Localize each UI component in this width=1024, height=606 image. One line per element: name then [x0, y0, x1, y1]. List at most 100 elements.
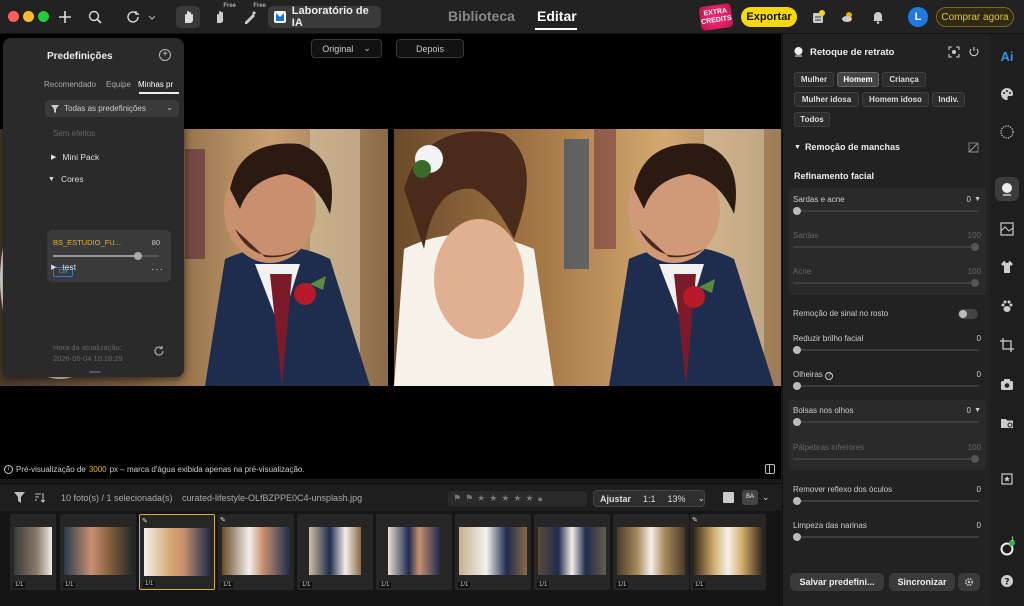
slider-dark-circles[interactable]: Olheiras ? 0 — [793, 370, 981, 400]
eraser-icon[interactable] — [968, 142, 979, 156]
activity-ring-icon[interactable]: 1 — [995, 536, 1019, 560]
photo-thumbnail[interactable]: 1/1 — [10, 514, 56, 590]
mole-removal-toggle[interactable] — [958, 309, 978, 319]
chip-man[interactable]: Homem — [837, 72, 879, 87]
slider-track[interactable] — [793, 500, 979, 502]
preset-card[interactable]: BS_ESTUDIO_FU... 80 Cor ··· — [47, 230, 171, 282]
texture-icon[interactable] — [995, 120, 1019, 144]
slider-glasses-reflection[interactable]: Remover reflexo dos óculos 0 — [793, 485, 981, 515]
slider-track[interactable] — [793, 349, 979, 351]
reject-flag-icon[interactable]: ⚑ — [465, 493, 473, 504]
add-icon[interactable] — [56, 6, 74, 28]
photo-thumbnail[interactable]: 1/1 — [60, 514, 136, 590]
tab-recommended[interactable]: Recomendado — [44, 80, 96, 89]
slider-knob[interactable] — [793, 418, 801, 426]
one-to-one-button[interactable]: 1:1 — [637, 494, 662, 504]
slider-track[interactable] — [793, 210, 979, 212]
stamp-tool-icon[interactable]: Free — [240, 3, 266, 28]
user-avatar[interactable]: L — [908, 7, 928, 27]
chevron-down-icon[interactable]: ⌄ — [762, 492, 773, 503]
sort-icon[interactable] — [34, 492, 46, 503]
no-effects-item[interactable]: Sem efeitos — [53, 129, 95, 138]
star-icon[interactable]: ★ — [501, 493, 509, 504]
tab-team[interactable]: Equipe — [106, 80, 131, 89]
chip-woman[interactable]: Mulher — [794, 72, 834, 87]
weather-app-icon[interactable] — [838, 6, 858, 28]
photo-thumbnail[interactable]: ✎ 1/1 — [690, 514, 766, 590]
star-icon[interactable]: ★ — [525, 493, 533, 504]
slider-knob[interactable] — [793, 533, 801, 541]
star-icon[interactable]: ★ — [477, 493, 485, 504]
inbox-icon[interactable] — [808, 6, 828, 28]
photo-thumbnail[interactable]: 1/1 — [455, 514, 531, 590]
slider-knob[interactable] — [793, 497, 801, 505]
add-preset-icon[interactable]: + — [159, 49, 171, 61]
chip-elderly-woman[interactable]: Mulher idosa — [794, 92, 859, 107]
refresh-icon[interactable] — [153, 345, 165, 360]
caret-down-icon[interactable]: ▼ — [974, 196, 981, 203]
tab-edit[interactable]: Editar — [537, 8, 577, 24]
crop-icon[interactable] — [995, 333, 1019, 357]
reset-icon[interactable] — [969, 46, 979, 61]
undo-history-icon[interactable] — [126, 6, 156, 28]
slider-freckles-acne[interactable]: Sardas e acne 0 ▼ — [793, 195, 981, 225]
split-view-icon[interactable] — [765, 464, 775, 474]
slider-knob[interactable] — [133, 252, 142, 260]
preset-group-cores[interactable]: ▼ Cores — [48, 174, 84, 184]
sync-settings-icon[interactable] — [958, 573, 980, 591]
chip-individual[interactable]: Indiv. — [932, 92, 965, 107]
slider-reduce-shine[interactable]: Reduzir brilho facial 0 — [793, 334, 981, 364]
color-label-icon[interactable]: ● — [538, 494, 543, 504]
slider-track[interactable] — [793, 421, 979, 423]
chevron-down-icon[interactable]: ⌄ — [692, 493, 712, 504]
ai-tool-icon[interactable]: Ai — [995, 44, 1019, 68]
photo-thumbnail[interactable]: ✎ 1/1 — [218, 514, 294, 590]
filter-icon[interactable] — [14, 492, 25, 503]
chip-elderly-man[interactable]: Homem idoso — [862, 92, 929, 107]
preset-group-mini-pack[interactable]: ▶ Mini Pack — [51, 152, 99, 162]
after-view-button[interactable]: Depois — [396, 39, 464, 58]
preset-intensity-slider[interactable] — [53, 252, 159, 260]
hand-free-tool-icon[interactable]: Free — [210, 3, 236, 28]
bell-icon[interactable] — [868, 6, 888, 28]
pin-icon[interactable] — [995, 467, 1019, 491]
compare-view-icon[interactable]: BA — [742, 490, 758, 505]
folder-search-icon[interactable] — [995, 411, 1019, 435]
zoom-level[interactable]: 13% — [662, 494, 692, 504]
photo-thumbnail[interactable]: 1/1 — [297, 514, 373, 590]
slider-knob[interactable] — [793, 207, 801, 215]
slider-track[interactable] — [793, 385, 979, 387]
slider-knob[interactable] — [793, 346, 801, 354]
pet-paw-icon[interactable] — [995, 294, 1019, 318]
tab-library[interactable]: Biblioteca — [448, 8, 515, 24]
help-icon[interactable]: ? — [995, 569, 1019, 593]
slider-track[interactable] — [793, 536, 979, 538]
more-options-icon[interactable]: ··· — [151, 264, 164, 275]
buy-now-button[interactable]: Comprar agora — [936, 7, 1014, 27]
ai-lab-button[interactable]: Laboratório de IA — [268, 5, 381, 29]
extra-credits-badge[interactable]: EXTRA CREDITS — [698, 2, 734, 32]
color-palette-icon[interactable] — [995, 82, 1019, 106]
slider-nostrils[interactable]: Limpeza das narinas 0 — [793, 521, 981, 551]
slider-eye-bags[interactable]: Bolsas nos olhos 0 ▼ — [793, 406, 981, 436]
photo-thumbnail[interactable]: 1/1 — [376, 514, 452, 590]
help-icon[interactable]: ? — [825, 372, 834, 380]
portrait-retouch-icon[interactable] — [995, 177, 1019, 201]
background-icon[interactable] — [995, 217, 1019, 241]
panel-resize-handle[interactable] — [89, 371, 101, 373]
hand-tool-icon[interactable] — [176, 6, 200, 28]
zoom-window-button[interactable] — [38, 11, 49, 22]
tab-my-presets[interactable]: Minhas pr — [138, 80, 173, 89]
slider-knob[interactable] — [793, 382, 801, 390]
camera-icon[interactable] — [995, 372, 1019, 396]
photo-thumbnail[interactable]: 1/1 — [534, 514, 610, 590]
clothing-icon[interactable] — [995, 255, 1019, 279]
minimize-window-button[interactable] — [23, 11, 34, 22]
preset-filter-select[interactable]: Todas as predefinições ⌄ — [45, 100, 179, 117]
preset-group-test[interactable]: ▶ test — [51, 262, 76, 272]
flag-icon[interactable]: ⚑ — [453, 493, 461, 504]
star-icon[interactable]: ★ — [489, 493, 497, 504]
chip-child[interactable]: Criança — [882, 72, 926, 87]
close-window-button[interactable] — [8, 11, 19, 22]
fit-button[interactable]: Ajustar — [594, 494, 637, 504]
